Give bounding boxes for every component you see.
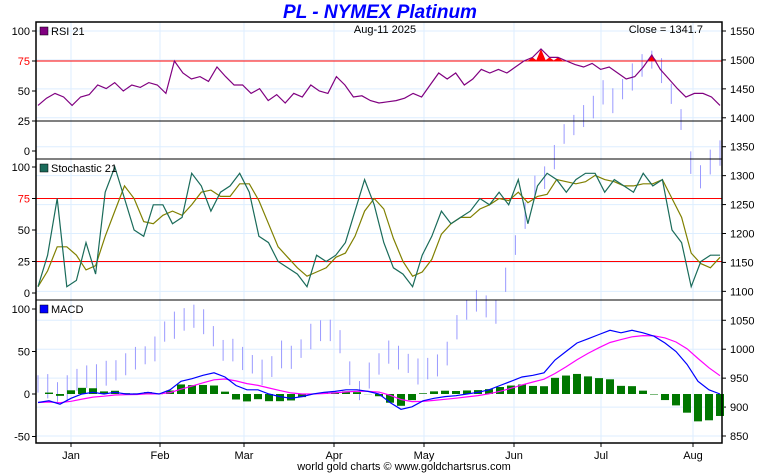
macd-histogram-bar: [45, 392, 53, 394]
y-tick-label: 75: [18, 56, 30, 68]
y-tick-label: 25: [18, 116, 30, 128]
legend-label: Stochastic 21: [51, 163, 117, 175]
macd-histogram-bar: [705, 394, 713, 421]
y-tick-label: 75: [18, 194, 30, 206]
price-tick-label: 1150: [730, 257, 754, 269]
price-tick-label: 1200: [730, 229, 754, 241]
macd-histogram-bar: [441, 390, 449, 394]
date-label: Aug-11 2025: [354, 24, 416, 36]
macd-histogram-bar: [650, 394, 658, 395]
legend-label: RSI 21: [51, 26, 85, 38]
price-tick-label: 1250: [730, 200, 754, 212]
macd-histogram-bar: [430, 391, 438, 394]
macd-histogram-bar: [419, 393, 427, 394]
macd-histogram-bar: [573, 373, 581, 394]
y-tick-label: 0: [24, 146, 30, 158]
price-tick-label: 1500: [730, 55, 754, 67]
y-tick-label: 100: [12, 162, 30, 174]
macd-histogram-bar: [353, 392, 361, 394]
macd-histogram-bar: [694, 394, 702, 422]
macd-histogram-bar: [617, 385, 625, 394]
price-tick-label: 1300: [730, 171, 754, 183]
macd-histogram-bar: [408, 394, 416, 401]
macd-histogram-bar: [232, 394, 240, 400]
price-tick-label: 1350: [730, 142, 754, 154]
y-tick-label: 50: [18, 225, 30, 237]
macd-histogram-bar: [628, 386, 636, 394]
macd-histogram-bar: [551, 377, 559, 394]
macd-histogram-bar: [243, 394, 251, 402]
macd-histogram-bar: [562, 375, 570, 394]
macd-histogram-bar: [199, 384, 207, 394]
y-tick-label: 0: [24, 288, 30, 300]
y-tick-label: 50: [18, 347, 30, 359]
macd-histogram-bar: [56, 394, 64, 396]
legend-swatch: [39, 163, 49, 173]
macd-histogram-bar: [210, 385, 218, 394]
macd-histogram-bar: [584, 376, 592, 394]
price-tick-label: 1450: [730, 84, 754, 96]
y-tick-label: 100: [12, 304, 30, 316]
macd-histogram-bar: [287, 394, 295, 401]
legend-label: MACD: [51, 304, 83, 316]
macd-histogram-bar: [639, 390, 647, 394]
macd-histogram-bar: [595, 378, 603, 394]
y-tick-label: 50: [18, 86, 30, 98]
chart-container: PL - NYMEX Platinum Jan Feb Mar Apr May Jun Ju…: [0, 0, 760, 475]
price-tick-label: 1550: [730, 26, 754, 38]
macd-histogram-bar: [672, 394, 680, 406]
macd-histogram-bar: [540, 386, 548, 394]
price-tick-label: 1400: [730, 113, 754, 125]
y-tick-label: 100: [12, 26, 30, 38]
macd-histogram-bar: [661, 394, 669, 401]
legend-swatch: [39, 304, 49, 314]
macd-histogram-bar: [606, 379, 614, 394]
price-tick-label: 850: [730, 431, 748, 443]
footer-credit: world gold charts © www.goldchartsrus.co…: [297, 461, 511, 473]
y-tick-label: 25: [18, 257, 30, 269]
price-tick-label: 900: [730, 402, 748, 414]
macd-histogram-bar: [67, 390, 75, 394]
macd-histogram-bar: [254, 394, 262, 400]
price-tick-label: 950: [730, 373, 748, 385]
macd-histogram-bar: [452, 390, 460, 394]
macd-histogram-bar: [716, 394, 724, 416]
y-tick-label: 0: [24, 389, 30, 401]
y-tick-label: -50: [14, 432, 30, 444]
price-tick-label: 1050: [730, 315, 754, 327]
close-label: Close = 1341.7: [629, 24, 703, 36]
price-tick-label: 1100: [730, 286, 754, 298]
macd-histogram-bar: [221, 391, 229, 394]
legend-swatch: [39, 26, 49, 36]
macd-histogram-bar: [529, 385, 537, 394]
chart-svg: Jan Feb Mar Apr May Jun Jul Aug1550150014501400…: [12, 21, 754, 462]
price-tick-label: 1000: [730, 344, 754, 356]
macd-histogram-bar: [683, 394, 691, 413]
